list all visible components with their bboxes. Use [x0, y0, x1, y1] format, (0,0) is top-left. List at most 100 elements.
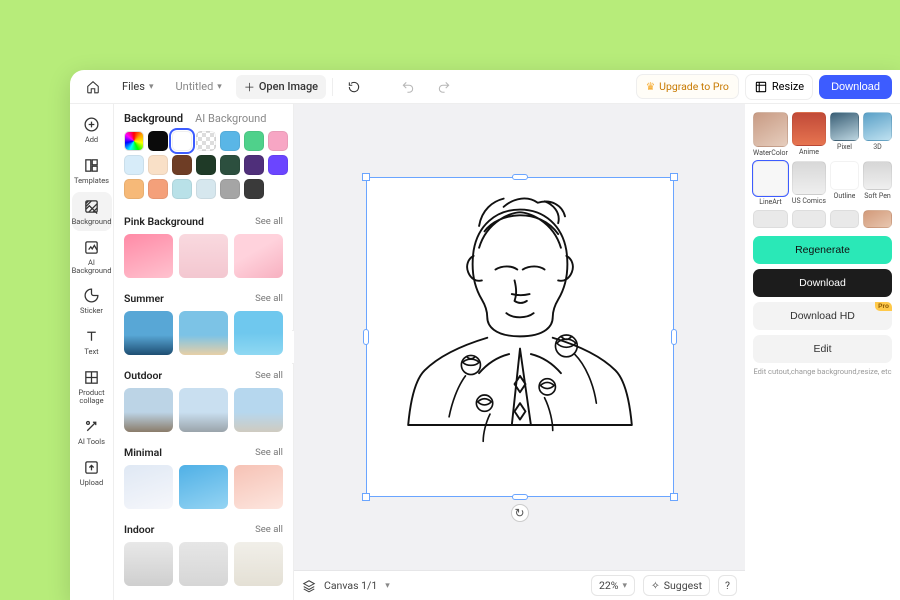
color-swatch[interactable]: [148, 155, 168, 175]
background-thumbnail[interactable]: [179, 388, 228, 432]
color-swatch[interactable]: [244, 179, 264, 199]
resize-handle[interactable]: [670, 493, 678, 501]
download-hd-button[interactable]: Download HDPro: [753, 302, 892, 330]
undo-button[interactable]: [393, 76, 423, 98]
background-thumbnail[interactable]: [124, 234, 173, 278]
background-thumbnail[interactable]: [234, 234, 283, 278]
redo-button[interactable]: [429, 76, 459, 98]
zoom-level[interactable]: 22%▾: [591, 575, 635, 596]
rail-add[interactable]: Add: [72, 110, 112, 149]
background-thumbnail[interactable]: [124, 465, 173, 509]
style-option[interactable]: Anime: [792, 112, 826, 157]
background-thumbnail[interactable]: [179, 465, 228, 509]
color-swatch[interactable]: [268, 155, 288, 175]
redo-icon: [437, 80, 451, 94]
rail-sticker[interactable]: Sticker: [72, 281, 112, 320]
rail-ai-tools[interactable]: AI Tools: [72, 412, 112, 451]
background-thumbnail[interactable]: [179, 311, 228, 355]
background-thumbnail[interactable]: [234, 542, 283, 586]
background-thumbnail[interactable]: [124, 311, 173, 355]
tab-background[interactable]: Background: [124, 112, 183, 125]
resize-handle[interactable]: [670, 173, 678, 181]
style-option[interactable]: Pixel: [830, 112, 859, 157]
resize-button[interactable]: Resize: [745, 74, 813, 100]
regenerate-button[interactable]: Regenerate: [753, 236, 892, 264]
resize-handle[interactable]: [363, 329, 369, 345]
color-swatch[interactable]: [244, 155, 264, 175]
color-swatch[interactable]: [124, 179, 144, 199]
rail-templates[interactable]: Templates: [72, 151, 112, 190]
rotate-handle[interactable]: ↻: [511, 504, 529, 522]
style-option[interactable]: LineArt: [753, 161, 788, 206]
color-swatch[interactable]: [172, 131, 192, 151]
category-title: Indoor: [124, 523, 154, 536]
rail-background[interactable]: Background: [72, 192, 112, 231]
style-option[interactable]: WaterColor: [753, 112, 788, 157]
color-swatch-grid: [114, 131, 293, 209]
revert-icon: [347, 80, 361, 94]
canvas-selection[interactable]: ↻: [366, 177, 674, 497]
see-all-link[interactable]: See all: [255, 370, 283, 381]
tab-ai-background[interactable]: AI Background: [195, 112, 266, 125]
color-swatch[interactable]: [124, 155, 144, 175]
document-name[interactable]: Untitled▾: [167, 76, 229, 97]
see-all-link[interactable]: See all: [255, 524, 283, 535]
resize-handle[interactable]: [512, 174, 528, 180]
help-button[interactable]: ?: [718, 575, 737, 596]
style-option[interactable]: US Comics: [792, 161, 826, 206]
rail-upload[interactable]: Upload: [72, 453, 112, 492]
files-menu[interactable]: Files▾: [114, 76, 161, 97]
color-swatch[interactable]: [220, 155, 240, 175]
background-thumbnail[interactable]: [179, 542, 228, 586]
style-option[interactable]: [753, 210, 788, 228]
style-option[interactable]: [863, 210, 892, 228]
download-result-button[interactable]: Download: [753, 269, 892, 297]
style-option[interactable]: Soft Pen: [863, 161, 892, 206]
background-thumbnail[interactable]: [124, 542, 173, 586]
see-all-link[interactable]: See all: [255, 216, 283, 227]
text-icon: [83, 328, 100, 345]
rail-ai-background[interactable]: AI Background: [72, 233, 112, 280]
color-swatch[interactable]: [220, 179, 240, 199]
resize-handle[interactable]: [362, 493, 370, 501]
style-label: LineArt: [759, 198, 781, 206]
resize-handle[interactable]: [671, 329, 677, 345]
rail-text[interactable]: Text: [72, 322, 112, 361]
background-thumbnail[interactable]: [234, 465, 283, 509]
color-swatch[interactable]: [172, 179, 192, 199]
background-thumbnail[interactable]: [234, 311, 283, 355]
color-swatch[interactable]: [124, 131, 144, 151]
home-button[interactable]: [78, 76, 108, 98]
download-button[interactable]: Download: [819, 75, 892, 99]
resize-handle[interactable]: [362, 173, 370, 181]
rail-product-collage[interactable]: Product collage: [72, 363, 112, 410]
style-thumbnail: [753, 210, 788, 228]
color-swatch[interactable]: [148, 179, 168, 199]
color-swatch[interactable]: [268, 131, 288, 151]
color-swatch[interactable]: [148, 131, 168, 151]
background-thumbnail[interactable]: [234, 388, 283, 432]
revert-button[interactable]: [339, 76, 369, 98]
see-all-link[interactable]: See all: [255, 447, 283, 458]
see-all-link[interactable]: See all: [255, 293, 283, 304]
edit-button[interactable]: Edit: [753, 335, 892, 363]
color-swatch[interactable]: [196, 131, 216, 151]
suggest-button[interactable]: ✧Suggest: [643, 575, 710, 596]
open-image-button[interactable]: ＋Open Image: [236, 75, 326, 99]
color-swatch[interactable]: [244, 131, 264, 151]
style-option[interactable]: Outline: [830, 161, 859, 206]
color-swatch[interactable]: [220, 131, 240, 151]
background-thumbnail[interactable]: [124, 388, 173, 432]
background-thumbnail[interactable]: [179, 234, 228, 278]
style-option[interactable]: 3D: [863, 112, 892, 157]
color-swatch[interactable]: [196, 155, 216, 175]
chevron-down-icon: ▾: [217, 82, 222, 92]
style-option[interactable]: [830, 210, 859, 228]
color-swatch[interactable]: [172, 155, 192, 175]
color-swatch[interactable]: [196, 179, 216, 199]
canvas-counter[interactable]: Canvas 1/1: [324, 579, 377, 592]
resize-handle[interactable]: [512, 494, 528, 500]
category-title: Summer: [124, 292, 164, 305]
upgrade-button[interactable]: ♛Upgrade to Pro: [636, 74, 739, 99]
style-option[interactable]: [792, 210, 826, 228]
